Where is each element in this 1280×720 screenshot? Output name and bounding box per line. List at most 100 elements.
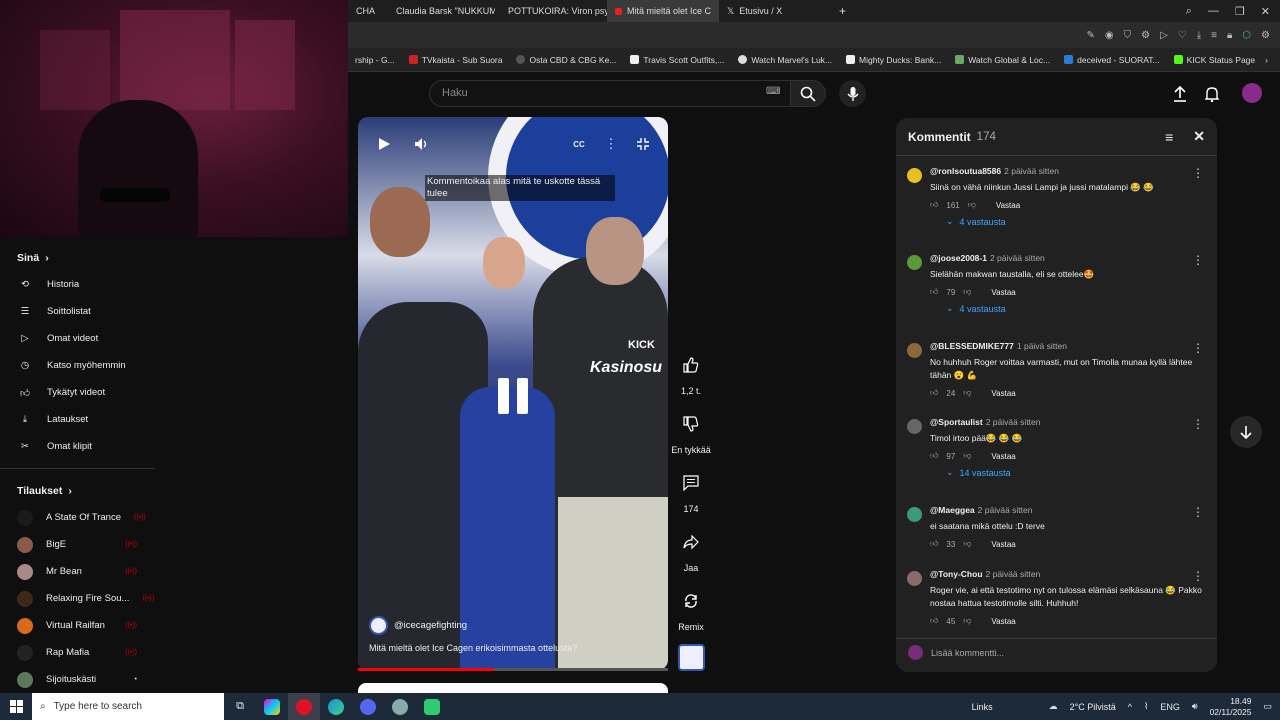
search-tabs-icon[interactable]: ⌕ xyxy=(1186,5,1192,18)
subscription-item[interactable]: BigE ((•)) xyxy=(0,531,155,558)
play-icon[interactable]: ▷ xyxy=(1160,30,1168,41)
lock-icon[interactable]: 🔒︎ xyxy=(1227,30,1232,41)
bookmark-item[interactable]: deceived - SUORAT... xyxy=(1057,55,1167,65)
tab-pottukoira[interactable]: POTTUKOIRA: Viron psyko xyxy=(495,0,607,22)
task-view-icon[interactable]: ⧉ xyxy=(224,693,256,720)
like-icon[interactable]: 👍︎ xyxy=(930,200,938,210)
bookmark-item[interactable]: Osta CBD & CBG Ke... xyxy=(509,55,623,65)
heart-icon[interactable]: ♡ xyxy=(1178,30,1187,41)
subscription-item[interactable]: Virtual Railfan ((•)) xyxy=(0,612,155,639)
subscription-item[interactable]: A State Of Trance ((•)) xyxy=(0,504,155,531)
comment-author[interactable]: @Maeggea xyxy=(930,505,975,515)
dislike-icon[interactable] xyxy=(676,409,706,439)
menu-icon[interactable]: ≡ xyxy=(1211,30,1217,41)
video-title[interactable]: Mitä mieltä olet Ice Cagen erikoisimmast… xyxy=(369,643,577,653)
pause-icon[interactable] xyxy=(498,378,530,414)
like-icon[interactable]: 👍︎ xyxy=(930,388,938,398)
share-icon[interactable] xyxy=(676,527,706,557)
bookmark-item[interactable]: Watch Global & Loc... xyxy=(948,55,1057,65)
sidebar-item-liked[interactable]: 👍︎ Tykätyt videot xyxy=(0,379,155,406)
reply-button[interactable]: Vastaa xyxy=(991,452,1015,461)
comment-author[interactable]: @joose2008-1 xyxy=(930,253,987,263)
edit-icon[interactable]: ✎ xyxy=(1086,30,1094,41)
taskbar-app-edge[interactable] xyxy=(320,693,352,720)
tab-ice-cage[interactable]: Mitä mieltä olet Ice C xyxy=(607,0,720,22)
reply-button[interactable]: Vastaa xyxy=(991,288,1015,297)
like-action[interactable]: 1,2 t. xyxy=(668,350,714,396)
sort-icon[interactable]: ≡ xyxy=(1165,129,1173,145)
show-replies-button[interactable]: ⌄ 14 vastausta xyxy=(946,467,1204,478)
like-icon[interactable] xyxy=(676,350,706,380)
network-icon[interactable]: ⌇ xyxy=(1144,701,1148,712)
tab-claudia-barsk[interactable]: Claudia Barsk "NUKKUMA xyxy=(383,0,495,22)
sidebar-item-watch-later[interactable]: ◷ Katso myöhemmin xyxy=(0,352,155,379)
minimize-icon[interactable]: — xyxy=(1208,5,1219,17)
play-icon[interactable] xyxy=(373,133,395,155)
voice-search-button[interactable] xyxy=(839,80,866,107)
dislike-icon[interactable]: 👎︎ xyxy=(968,200,976,210)
volume-icon[interactable] xyxy=(411,133,433,155)
avatar[interactable] xyxy=(907,419,922,434)
next-video-button[interactable] xyxy=(1230,416,1262,448)
dislike-icon[interactable]: 👎︎ xyxy=(963,451,971,461)
tab-x-home[interactable]: 𝕏 Etusivu / X xyxy=(719,0,831,22)
bookmark-item[interactable]: Watch Marvel's Luk... xyxy=(731,55,839,65)
more-options-icon[interactable]: ⋮ xyxy=(1192,569,1204,583)
bell-icon[interactable] xyxy=(1202,84,1222,104)
add-comment-input[interactable]: Lisää kommentti... xyxy=(896,638,1217,666)
subscription-item[interactable]: Rap Mafia ((•)) xyxy=(0,639,155,666)
taskbar-search-input[interactable]: ⌕ Type here to search xyxy=(32,693,224,720)
dislike-icon[interactable]: 👎︎ xyxy=(963,287,971,297)
dislike-icon[interactable]: 👎︎ xyxy=(963,616,971,626)
subscription-item[interactable]: Sijoituskästi • xyxy=(0,666,155,693)
taskbar-app-discord[interactable] xyxy=(352,693,384,720)
camera-icon[interactable]: ◉ xyxy=(1105,30,1114,41)
maximize-icon[interactable]: ❐ xyxy=(1235,5,1245,18)
dislike-icon[interactable]: 👎︎ xyxy=(963,388,971,398)
bookmark-item[interactable]: Mighty Ducks: Bank... xyxy=(839,55,948,65)
shield-icon[interactable]: ⛉ xyxy=(1124,30,1132,41)
dislike-action[interactable]: En tykkää xyxy=(668,409,714,455)
captions-icon[interactable]: CC xyxy=(568,133,590,155)
clock[interactable]: 18.49 02/11/2025 xyxy=(1210,696,1252,718)
comment-author[interactable]: @ronlsoutua8586 xyxy=(930,166,1001,176)
comment-icon[interactable] xyxy=(676,468,706,498)
sidebar-item-history[interactable]: ⟲ Historia xyxy=(0,271,155,298)
windows-start-icon[interactable] xyxy=(10,700,23,713)
language-indicator[interactable]: ENG xyxy=(1160,702,1180,712)
reply-button[interactable]: Vastaa xyxy=(996,201,1020,210)
close-window-icon[interactable]: ✕ xyxy=(1261,5,1270,18)
comment-author[interactable]: @Tony-Chou xyxy=(930,569,983,579)
avatar[interactable] xyxy=(907,255,922,270)
like-icon[interactable]: 👍︎ xyxy=(930,616,938,626)
remix-icon[interactable] xyxy=(676,586,706,616)
taskbar-app-opera[interactable] xyxy=(288,693,320,720)
tab-cha[interactable]: CHA xyxy=(348,0,383,22)
bookmark-item[interactable]: Travis Scott Outfits,... xyxy=(623,55,731,65)
bookmark-item[interactable]: KICK Status Page xyxy=(1167,55,1263,65)
avatar[interactable] xyxy=(907,343,922,358)
comment-author[interactable]: @Sportaulist xyxy=(930,417,983,427)
reply-button[interactable]: Vastaa xyxy=(991,389,1015,398)
taskbar-app-colorful[interactable] xyxy=(256,693,288,720)
new-tab-button[interactable]: + xyxy=(831,0,854,22)
like-icon[interactable]: 👍︎ xyxy=(930,539,938,549)
bookmark-item[interactable]: rship - G... xyxy=(348,55,402,65)
comments-action[interactable]: 174 xyxy=(668,468,714,514)
notifications-icon[interactable]: ▭ xyxy=(1263,701,1272,712)
like-icon[interactable]: 👍︎ xyxy=(930,451,938,461)
show-replies-button[interactable]: ⌄ 4 vastausta xyxy=(946,303,1204,314)
sidebar-item-playlists[interactable]: ☰ Soittolistat xyxy=(0,298,155,325)
sound-thumbnail[interactable] xyxy=(678,644,705,671)
more-options-icon[interactable]: ⋮ xyxy=(1192,417,1204,431)
subscription-item[interactable]: Relaxing Fire Sou... ((•)) xyxy=(0,585,155,612)
sidebar-item-clips[interactable]: ✂ Omat klipit xyxy=(0,433,155,460)
avatar[interactable] xyxy=(907,571,922,586)
extension-blue-icon[interactable]: ⬡ xyxy=(1242,30,1251,41)
chevron-right-icon[interactable]: › xyxy=(1265,55,1268,65)
sidebar-item-my-videos[interactable]: ▷ Omat videot xyxy=(0,325,155,352)
sidebar-you-header[interactable]: Sinä › xyxy=(0,244,155,271)
download-icon[interactable]: ⤓ xyxy=(1197,30,1201,41)
sidebar-item-downloads[interactable]: ⤓ Lataukset xyxy=(0,406,155,433)
more-options-icon[interactable]: ⋮ xyxy=(1192,166,1204,180)
